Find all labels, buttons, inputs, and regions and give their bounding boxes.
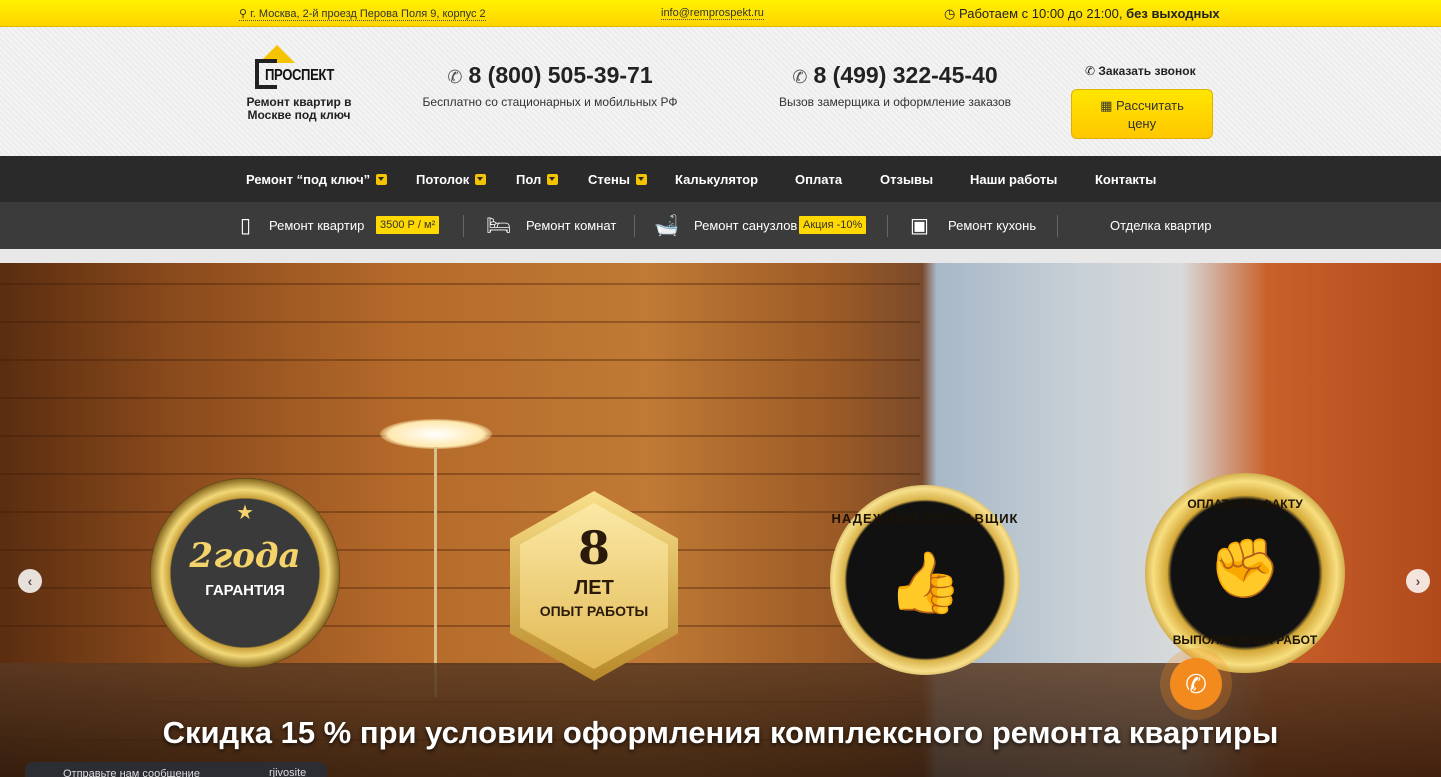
dropdown-icon [635, 174, 647, 185]
medal2-line2: ОПЫТ РАБОТЫ [539, 603, 649, 619]
slider-prev-icon[interactable]: ‹ [18, 569, 42, 593]
divider [463, 215, 464, 237]
calculate-price-button[interactable]: ▦ Рассчитать цену [1071, 89, 1213, 139]
phone-block-orders: ✆ 8 (499) 322-45-40 Вызов замерщика и офо… [750, 62, 1040, 109]
bathtub-icon: 🛁 [654, 215, 679, 237]
subnav-item-finishing[interactable]: Отделка квартир [1110, 218, 1212, 233]
dropdown-icon [475, 174, 487, 185]
subnav-item-apartments[interactable]: Ремонт квартир [269, 218, 364, 233]
nav-item-works[interactable]: Наши работы [970, 172, 1057, 187]
call-widget-button[interactable]: ✆ [1170, 658, 1222, 710]
separator-strip [0, 249, 1441, 263]
site-header: ПРОСПЕКТ Ремонт квартир в Москве под клю… [0, 27, 1441, 156]
phone1-desc: Бесплатно со стационарных и мобильных РФ [422, 95, 678, 109]
medal1-small: ГАРАНТИЯ [205, 582, 285, 599]
nav-item-ceiling[interactable]: Потолок [416, 172, 487, 187]
slider-next-icon[interactable]: › [1406, 569, 1430, 593]
chat-brand: rjivosite [269, 767, 307, 777]
dropdown-icon [376, 174, 388, 185]
lamp-image [380, 419, 492, 449]
address-link[interactable]: ⚲ г. Москва, 2-й проезд Перова Поля 9, к… [239, 7, 486, 21]
nav-label: Потолок [416, 172, 470, 187]
hero-slider: ★ 2года ГАРАНТИЯ 8 ЛЕТ ОПЫТ РАБОТЫ НАДЕЖ… [0, 263, 1441, 777]
medal4-bottom: ВЫПОЛНЕННЫХ РАБОТ [1172, 633, 1318, 647]
star-icon: ★ [236, 502, 254, 524]
price-badge: 3500 Р / м² [376, 216, 440, 234]
medal2-big: 8 [577, 521, 610, 575]
medal4-top: ОПЛАТА ПО ФАКТУ [1187, 497, 1303, 511]
calc-label-2: цену [1127, 116, 1157, 131]
reliable-supplier-medal: НАДЕЖНЫЙ ПОСТАВЩИК 👍 [830, 485, 1020, 675]
nav-item-contacts[interactable]: Контакты [1095, 172, 1156, 187]
nav-item-calculator[interactable]: Калькулятор [675, 172, 758, 187]
lamp-pole [434, 447, 437, 697]
callback-link[interactable]: ✆ Заказать звонок [1085, 64, 1196, 78]
medal3-text: НАДЕЖНЫЙ ПОСТАВЩИК [831, 511, 1019, 526]
subnav-item-rooms[interactable]: Ремонт комнат [526, 218, 616, 233]
thumbs-up-icon: 👍 [887, 549, 963, 616]
nav-item-reviews[interactable]: Отзывы [880, 172, 933, 187]
phone-icon: ✆ [1185, 669, 1207, 699]
medal2-line1: ЛЕТ [574, 577, 614, 599]
bed-icon: 🛏 [486, 215, 512, 237]
stove-icon: ▣ [910, 215, 929, 237]
phone-block-free: ✆ 8 (800) 505-39-71 Бесплатно со стациона… [400, 62, 700, 109]
calculator-icon: ▦ [1100, 98, 1117, 113]
calc-label-1: Рассчитать [1116, 98, 1184, 113]
payment-on-fact-medal: ОПЛАТА ПО ФАКТУ ✊ ВЫПОЛНЕННЫХ РАБОТ [1145, 473, 1345, 673]
subnav-item-kitchens[interactable]: Ремонт кухонь [948, 218, 1036, 233]
logo[interactable]: ПРОСПЕКТ [255, 45, 345, 93]
warranty-medal: ★ 2года ГАРАНТИЯ [150, 478, 340, 668]
phone-icon: ✆ [792, 67, 808, 87]
top-bar: ⚲ г. Москва, 2-й проезд Перова Поля 9, к… [0, 0, 1441, 27]
hours-text: Работаем с 10:00 до 21:00, [958, 6, 1123, 21]
door-icon: ▯ [240, 215, 252, 237]
clock-icon: ◷ [944, 6, 959, 21]
tagline: Ремонт квартир в Москве под ключ [246, 95, 352, 122]
nav-label: Стены [588, 172, 630, 187]
promo-text: Скидка 15 % при условии оформления компл… [162, 715, 1279, 750]
services-nav: ▯ Ремонт квартир 3500 Р / м² 🛏 Ремонт ко… [0, 202, 1441, 249]
hours-bold: без выходных [1126, 6, 1220, 21]
phone2: 8 (499) 322-45-40 [813, 62, 998, 88]
nav-label: Пол [516, 172, 542, 187]
chat-widget[interactable]: Отправьте нам сообщение rjivosite [25, 762, 327, 777]
subnav-item-bathrooms[interactable]: Ремонт санузлов [694, 218, 797, 233]
nav-item-walls[interactable]: Стены [588, 172, 647, 187]
divider [887, 215, 888, 237]
nav-label: Ремонт “под ключ” [246, 172, 371, 187]
medal1-big: 2года [189, 536, 301, 576]
phone-link-1[interactable]: ✆ 8 (800) 505-39-71 [400, 62, 700, 89]
phone-icon: ✆ [1085, 64, 1099, 78]
map-marker-icon: ⚲ [239, 8, 251, 20]
phone2-desc: Вызов замерщика и оформление заказов [778, 95, 1012, 109]
chat-label: Отправьте нам сообщение [63, 768, 200, 777]
email-link[interactable]: info@remprospekt.ru [661, 7, 764, 20]
phone1: 8 (800) 505-39-71 [468, 62, 653, 88]
address-text: г. Москва, 2-й проезд Перова Поля 9, кор… [250, 8, 486, 20]
nav-item-turnkey[interactable]: Ремонт “под ключ” [246, 172, 388, 187]
sale-badge: Акция -10% [799, 216, 867, 234]
divider [634, 215, 635, 237]
experience-medal: 8 ЛЕТ ОПЫТ РАБОТЫ [510, 491, 678, 681]
working-hours: ◷ Работаем с 10:00 до 21:00, без выходны… [944, 6, 1220, 22]
dropdown-icon [547, 174, 559, 185]
phone-icon: ✆ [447, 67, 463, 87]
divider [1057, 215, 1058, 237]
nav-item-payment[interactable]: Оплата [795, 172, 842, 187]
callback-label: Заказать звонок [1098, 64, 1196, 78]
nav-item-floor[interactable]: Пол [516, 172, 559, 187]
logo-text: ПРОСПЕКТ [265, 67, 334, 84]
phone-link-2[interactable]: ✆ 8 (499) 322-45-40 [750, 62, 1040, 89]
main-nav: Ремонт “под ключ” Потолок Пол Стены Каль… [0, 156, 1441, 202]
wrench-fist-icon: ✊ [1208, 536, 1282, 601]
